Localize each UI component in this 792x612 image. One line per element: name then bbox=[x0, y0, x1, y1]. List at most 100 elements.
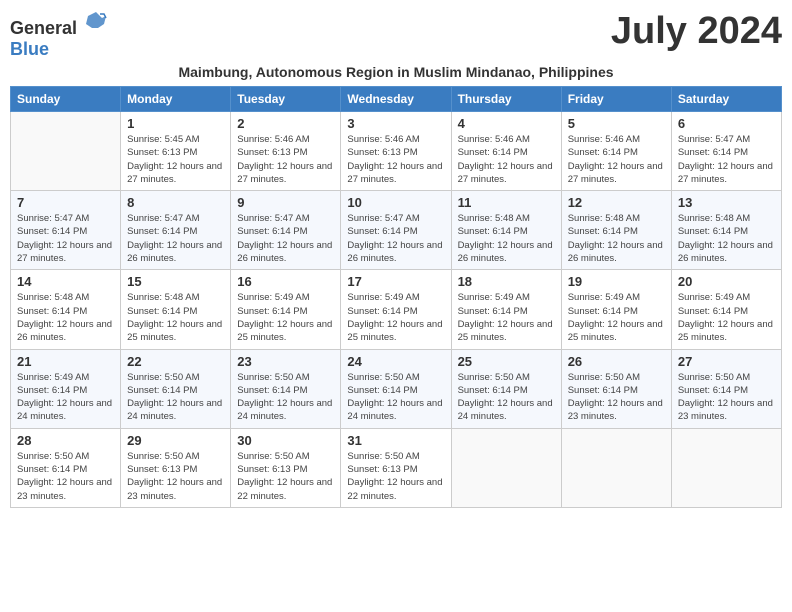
day-number: 28 bbox=[17, 433, 114, 448]
day-info: Sunrise: 5:48 AMSunset: 6:14 PMDaylight:… bbox=[678, 212, 775, 265]
header-monday: Monday bbox=[121, 87, 231, 112]
calendar-cell: 2 Sunrise: 5:46 AMSunset: 6:13 PMDaylight… bbox=[231, 112, 341, 191]
header-friday: Friday bbox=[561, 87, 671, 112]
day-info: Sunrise: 5:45 AMSunset: 6:13 PMDaylight:… bbox=[127, 133, 224, 186]
day-number: 3 bbox=[347, 116, 444, 131]
day-number: 16 bbox=[237, 274, 334, 289]
calendar-cell: 8 Sunrise: 5:47 AMSunset: 6:14 PMDaylight… bbox=[121, 191, 231, 270]
day-info: Sunrise: 5:48 AMSunset: 6:14 PMDaylight:… bbox=[458, 212, 555, 265]
header-tuesday: Tuesday bbox=[231, 87, 341, 112]
calendar-cell: 13Sunrise: 5:48 AMSunset: 6:14 PMDayligh… bbox=[671, 191, 781, 270]
calendar-cell: 1 Sunrise: 5:45 AMSunset: 6:13 PMDaylight… bbox=[121, 112, 231, 191]
day-info: Sunrise: 5:46 AMSunset: 6:13 PMDaylight:… bbox=[237, 133, 334, 186]
day-number: 9 bbox=[237, 195, 334, 210]
day-number: 25 bbox=[458, 354, 555, 369]
day-number: 1 bbox=[127, 116, 224, 131]
calendar-cell: 11 Sunrise: 5:48 AMSunset: 6:14 PMDayligh… bbox=[451, 191, 561, 270]
day-number: 30 bbox=[237, 433, 334, 448]
day-info: Sunrise: 5:47 AMSunset: 6:14 PMDaylight:… bbox=[237, 212, 334, 265]
calendar-cell bbox=[671, 428, 781, 507]
day-number: 5 bbox=[568, 116, 665, 131]
calendar-week-row: 28 Sunrise: 5:50 AMSunset: 6:14 PMDayligh… bbox=[11, 428, 782, 507]
day-number: 26 bbox=[568, 354, 665, 369]
day-info: Sunrise: 5:47 AMSunset: 6:14 PMDaylight:… bbox=[678, 133, 775, 186]
logo-text: General Blue bbox=[10, 10, 108, 60]
day-info: Sunrise: 5:49 AMSunset: 6:14 PMDaylight:… bbox=[237, 291, 334, 344]
day-info: Sunrise: 5:50 AMSunset: 6:14 PMDaylight:… bbox=[568, 371, 665, 424]
header-thursday: Thursday bbox=[451, 87, 561, 112]
calendar-cell: 5 Sunrise: 5:46 AMSunset: 6:14 PMDaylight… bbox=[561, 112, 671, 191]
calendar-cell: 15Sunrise: 5:48 AMSunset: 6:14 PMDayligh… bbox=[121, 270, 231, 349]
day-number: 17 bbox=[347, 274, 444, 289]
calendar-header-row: SundayMondayTuesdayWednesdayThursdayFrid… bbox=[11, 87, 782, 112]
calendar-cell: 23 Sunrise: 5:50 AMSunset: 6:14 PMDayligh… bbox=[231, 349, 341, 428]
calendar-cell: 29 Sunrise: 5:50 AMSunset: 6:13 PMDayligh… bbox=[121, 428, 231, 507]
calendar-cell: 30 Sunrise: 5:50 AMSunset: 6:13 PMDayligh… bbox=[231, 428, 341, 507]
calendar-table: SundayMondayTuesdayWednesdayThursdayFrid… bbox=[10, 86, 782, 508]
location-title: Maimbung, Autonomous Region in Muslim Mi… bbox=[10, 64, 782, 80]
day-info: Sunrise: 5:47 AMSunset: 6:14 PMDaylight:… bbox=[127, 212, 224, 265]
calendar-week-row: 1 Sunrise: 5:45 AMSunset: 6:13 PMDaylight… bbox=[11, 112, 782, 191]
calendar-cell: 4Sunrise: 5:46 AMSunset: 6:14 PMDaylight… bbox=[451, 112, 561, 191]
day-number: 22 bbox=[127, 354, 224, 369]
day-number: 20 bbox=[678, 274, 775, 289]
day-info: Sunrise: 5:50 AMSunset: 6:14 PMDaylight:… bbox=[17, 450, 114, 503]
calendar-cell: 9 Sunrise: 5:47 AMSunset: 6:14 PMDaylight… bbox=[231, 191, 341, 270]
day-info: Sunrise: 5:50 AMSunset: 6:14 PMDaylight:… bbox=[458, 371, 555, 424]
calendar-cell: 22Sunrise: 5:50 AMSunset: 6:14 PMDayligh… bbox=[121, 349, 231, 428]
calendar-cell: 21Sunrise: 5:49 AMSunset: 6:14 PMDayligh… bbox=[11, 349, 121, 428]
day-number: 18 bbox=[458, 274, 555, 289]
day-info: Sunrise: 5:50 AMSunset: 6:13 PMDaylight:… bbox=[347, 450, 444, 503]
calendar-cell: 24 Sunrise: 5:50 AMSunset: 6:14 PMDayligh… bbox=[341, 349, 451, 428]
day-number: 11 bbox=[458, 195, 555, 210]
calendar-cell: 7 Sunrise: 5:47 AMSunset: 6:14 PMDaylight… bbox=[11, 191, 121, 270]
calendar-cell: 19 Sunrise: 5:49 AMSunset: 6:14 PMDayligh… bbox=[561, 270, 671, 349]
day-info: Sunrise: 5:50 AMSunset: 6:14 PMDaylight:… bbox=[237, 371, 334, 424]
day-number: 19 bbox=[568, 274, 665, 289]
day-number: 4 bbox=[458, 116, 555, 131]
day-info: Sunrise: 5:50 AMSunset: 6:14 PMDaylight:… bbox=[678, 371, 775, 424]
day-number: 31 bbox=[347, 433, 444, 448]
day-info: Sunrise: 5:46 AMSunset: 6:13 PMDaylight:… bbox=[347, 133, 444, 186]
calendar-cell: 6 Sunrise: 5:47 AMSunset: 6:14 PMDaylight… bbox=[671, 112, 781, 191]
day-info: Sunrise: 5:49 AMSunset: 6:14 PMDaylight:… bbox=[678, 291, 775, 344]
calendar-cell: 17 Sunrise: 5:49 AMSunset: 6:14 PMDayligh… bbox=[341, 270, 451, 349]
day-number: 7 bbox=[17, 195, 114, 210]
day-number: 12 bbox=[568, 195, 665, 210]
day-info: Sunrise: 5:47 AMSunset: 6:14 PMDaylight:… bbox=[347, 212, 444, 265]
calendar-cell bbox=[451, 428, 561, 507]
day-info: Sunrise: 5:49 AMSunset: 6:14 PMDaylight:… bbox=[347, 291, 444, 344]
logo-general: General bbox=[10, 18, 77, 38]
day-info: Sunrise: 5:46 AMSunset: 6:14 PMDaylight:… bbox=[568, 133, 665, 186]
day-info: Sunrise: 5:47 AMSunset: 6:14 PMDaylight:… bbox=[17, 212, 114, 265]
day-info: Sunrise: 5:50 AMSunset: 6:13 PMDaylight:… bbox=[237, 450, 334, 503]
logo-icon bbox=[84, 10, 108, 34]
day-number: 10 bbox=[347, 195, 444, 210]
day-number: 23 bbox=[237, 354, 334, 369]
day-number: 24 bbox=[347, 354, 444, 369]
page-header: General Blue July 2024 bbox=[10, 10, 782, 60]
calendar-cell: 14Sunrise: 5:48 AMSunset: 6:14 PMDayligh… bbox=[11, 270, 121, 349]
calendar-cell: 18Sunrise: 5:49 AMSunset: 6:14 PMDayligh… bbox=[451, 270, 561, 349]
day-number: 6 bbox=[678, 116, 775, 131]
day-number: 29 bbox=[127, 433, 224, 448]
logo-blue: Blue bbox=[10, 39, 49, 59]
calendar-cell: 20 Sunrise: 5:49 AMSunset: 6:14 PMDayligh… bbox=[671, 270, 781, 349]
calendar-cell: 27Sunrise: 5:50 AMSunset: 6:14 PMDayligh… bbox=[671, 349, 781, 428]
calendar-cell: 10 Sunrise: 5:47 AMSunset: 6:14 PMDayligh… bbox=[341, 191, 451, 270]
calendar-week-row: 7 Sunrise: 5:47 AMSunset: 6:14 PMDaylight… bbox=[11, 191, 782, 270]
day-number: 21 bbox=[17, 354, 114, 369]
day-info: Sunrise: 5:48 AMSunset: 6:14 PMDaylight:… bbox=[127, 291, 224, 344]
calendar-cell: 3 Sunrise: 5:46 AMSunset: 6:13 PMDaylight… bbox=[341, 112, 451, 191]
day-info: Sunrise: 5:50 AMSunset: 6:13 PMDaylight:… bbox=[127, 450, 224, 503]
day-info: Sunrise: 5:50 AMSunset: 6:14 PMDaylight:… bbox=[347, 371, 444, 424]
calendar-cell bbox=[561, 428, 671, 507]
day-info: Sunrise: 5:48 AMSunset: 6:14 PMDaylight:… bbox=[17, 291, 114, 344]
day-number: 2 bbox=[237, 116, 334, 131]
header-wednesday: Wednesday bbox=[341, 87, 451, 112]
calendar-cell: 26 Sunrise: 5:50 AMSunset: 6:14 PMDayligh… bbox=[561, 349, 671, 428]
calendar-week-row: 21Sunrise: 5:49 AMSunset: 6:14 PMDayligh… bbox=[11, 349, 782, 428]
day-number: 8 bbox=[127, 195, 224, 210]
day-info: Sunrise: 5:49 AMSunset: 6:14 PMDaylight:… bbox=[568, 291, 665, 344]
calendar-cell: 25 Sunrise: 5:50 AMSunset: 6:14 PMDayligh… bbox=[451, 349, 561, 428]
